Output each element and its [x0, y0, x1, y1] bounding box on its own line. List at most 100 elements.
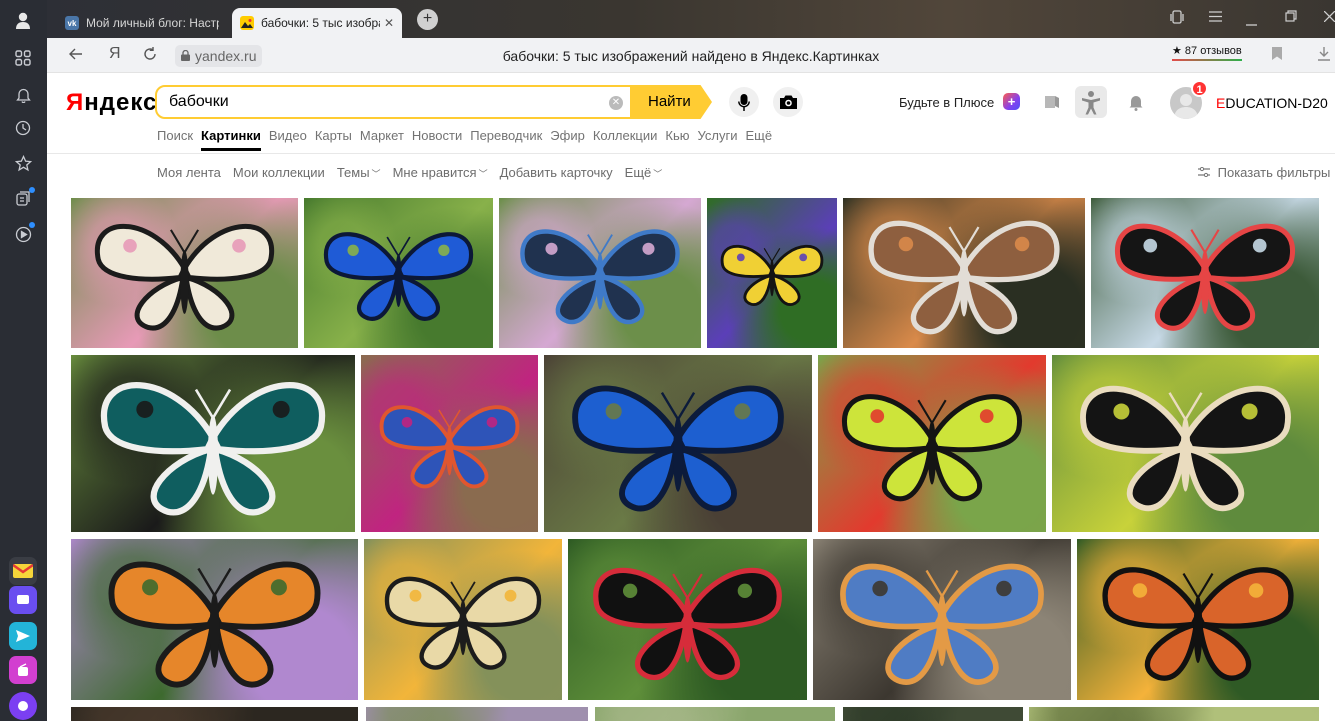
- subnav-my-feed[interactable]: Моя лента: [157, 165, 221, 180]
- chevron-down-icon: ﹀: [371, 169, 381, 179]
- plus-promo[interactable]: Будьте в Плюсе: [899, 95, 994, 110]
- profile-icon[interactable]: [12, 9, 34, 31]
- subnav-add-card[interactable]: Добавить карточку: [500, 165, 613, 180]
- image-thumbnail[interactable]: [595, 707, 835, 721]
- image-thumbnail[interactable]: [1091, 198, 1319, 348]
- notification-badge: 1: [1191, 80, 1208, 97]
- menu-icon[interactable]: [1209, 10, 1222, 25]
- subnav-likes[interactable]: Мне нравится ﹀: [393, 165, 488, 180]
- minimize-icon[interactable]: [1246, 14, 1257, 29]
- image-thumbnail[interactable]: [71, 707, 358, 721]
- vk-icon: vk: [65, 16, 79, 30]
- star-icon[interactable]: [12, 152, 34, 174]
- service-perevodchik[interactable]: Переводчик: [470, 128, 542, 151]
- yandex-logo[interactable]: Яндекс: [66, 89, 157, 117]
- image-thumbnail[interactable]: [304, 198, 493, 348]
- butterfly-graphic: [323, 232, 474, 321]
- alice-icon[interactable]: [12, 222, 35, 245]
- image-thumbnail[interactable]: [364, 539, 562, 700]
- service-kollektsii[interactable]: Коллекции: [593, 128, 658, 151]
- service-uslugi[interactable]: Услуги: [698, 128, 738, 151]
- bell-icon[interactable]: [12, 84, 34, 106]
- messenger-app-icon[interactable]: [9, 586, 37, 614]
- new-tab-button[interactable]: +: [417, 9, 438, 30]
- butterfly-graphic: [384, 576, 542, 670]
- subnav-themes[interactable]: Темы ﹀: [337, 165, 381, 180]
- search-input[interactable]: бабочки ✕: [155, 85, 699, 119]
- tab-butterflies[interactable]: бабочки: 5 тыс изобрая ✕: [232, 8, 402, 38]
- voice-search-button[interactable]: [729, 87, 759, 117]
- tab-title: Мой личный блог: Настро: [86, 16, 219, 30]
- butterfly-graphic: [572, 385, 784, 512]
- search-query: бабочки: [169, 93, 229, 110]
- butterfly-graphic: [1080, 385, 1291, 512]
- butterfly-graphic: [100, 382, 326, 516]
- subnav-more[interactable]: Ещё ﹀: [625, 165, 663, 180]
- butterfly-graphic: [1102, 567, 1294, 681]
- filter-icon: [1198, 166, 1210, 178]
- image-thumbnail[interactable]: [544, 355, 812, 532]
- service-kyu[interactable]: Кью: [665, 128, 689, 151]
- image-thumbnail[interactable]: [71, 539, 358, 700]
- alice-app-icon[interactable]: [9, 692, 37, 720]
- image-thumbnail[interactable]: [71, 355, 355, 532]
- address-bar: Я yandex.ru бабочки: 5 тыс изображений н…: [47, 38, 1335, 73]
- image-thumbnail[interactable]: [843, 198, 1085, 348]
- service-eshche[interactable]: Ещё: [745, 128, 772, 151]
- collections-icon[interactable]: [12, 187, 35, 210]
- image-thumbnail[interactable]: [71, 198, 298, 348]
- find-button[interactable]: Найти: [630, 85, 712, 119]
- butterfly-graphic: [94, 223, 275, 331]
- filters-label: Показать фильтры: [1217, 165, 1331, 180]
- butterfly-graphic: [593, 567, 782, 681]
- service-kartinki[interactable]: Картинки: [201, 128, 261, 151]
- service-novosti[interactable]: Новости: [412, 128, 462, 151]
- tablet-icon[interactable]: [1170, 10, 1184, 27]
- image-thumbnail[interactable]: [707, 198, 837, 348]
- service-poisk[interactable]: Поиск: [157, 128, 193, 151]
- image-thumbnail[interactable]: [568, 539, 807, 700]
- tab-blog[interactable]: vk Мой личный блог: Настро: [57, 8, 227, 38]
- service-video[interactable]: Видео: [269, 128, 307, 151]
- show-filters-button[interactable]: Показать фильтры: [1198, 165, 1330, 180]
- collections-header-icon[interactable]: [1043, 93, 1061, 111]
- mail-app-icon[interactable]: [9, 557, 37, 585]
- music-app-icon[interactable]: [9, 656, 37, 684]
- image-thumbnail[interactable]: [843, 707, 1023, 721]
- username[interactable]: EDUCATION-D20: [1216, 95, 1328, 111]
- close-window-icon[interactable]: [1323, 10, 1335, 25]
- tab-strip: vk Мой личный блог: Настро бабочки: 5 ты…: [47, 0, 1335, 38]
- service-market[interactable]: Маркет: [360, 128, 404, 151]
- image-thumbnail[interactable]: [366, 707, 588, 721]
- close-icon[interactable]: ✕: [384, 16, 394, 30]
- subnav-my-collections[interactable]: Мои коллекции: [233, 165, 325, 180]
- history-icon[interactable]: [12, 117, 34, 139]
- image-thumbnail[interactable]: [361, 355, 538, 532]
- butterfly-graphic: [108, 561, 321, 688]
- image-thumbnail[interactable]: [499, 198, 701, 348]
- accessibility-button[interactable]: [1075, 86, 1107, 118]
- download-icon[interactable]: [1317, 47, 1331, 64]
- image-thumbnail[interactable]: [1029, 707, 1319, 721]
- service-karty[interactable]: Карты: [315, 128, 352, 151]
- bookmark-icon[interactable]: [1272, 47, 1282, 63]
- chevron-down-icon: ﹀: [653, 169, 663, 179]
- page-title: бабочки: 5 тыс изображений найдено в Янд…: [502, 48, 880, 64]
- clear-icon[interactable]: ✕: [609, 96, 623, 110]
- image-thumbnail[interactable]: [818, 355, 1046, 532]
- send-app-icon[interactable]: [9, 622, 37, 650]
- notifications-icon[interactable]: [1127, 93, 1145, 111]
- reviews-badge[interactable]: ★ 87 отзывов: [1172, 44, 1242, 61]
- plus-icon[interactable]: +: [1003, 93, 1020, 110]
- chevron-down-icon: ﹀: [478, 169, 488, 179]
- microphone-icon: [738, 93, 750, 111]
- restore-icon[interactable]: [1285, 10, 1297, 25]
- image-thumbnail[interactable]: [1077, 539, 1319, 700]
- image-thumbnail[interactable]: [813, 539, 1071, 700]
- image-search-button[interactable]: [773, 87, 803, 117]
- reviews-text: 87 отзывов: [1184, 45, 1242, 57]
- grid-icon[interactable]: [12, 47, 34, 69]
- service-efir[interactable]: Эфир: [550, 128, 585, 151]
- tab-title: бабочки: 5 тыс изобрая: [261, 16, 380, 30]
- image-thumbnail[interactable]: [1052, 355, 1319, 532]
